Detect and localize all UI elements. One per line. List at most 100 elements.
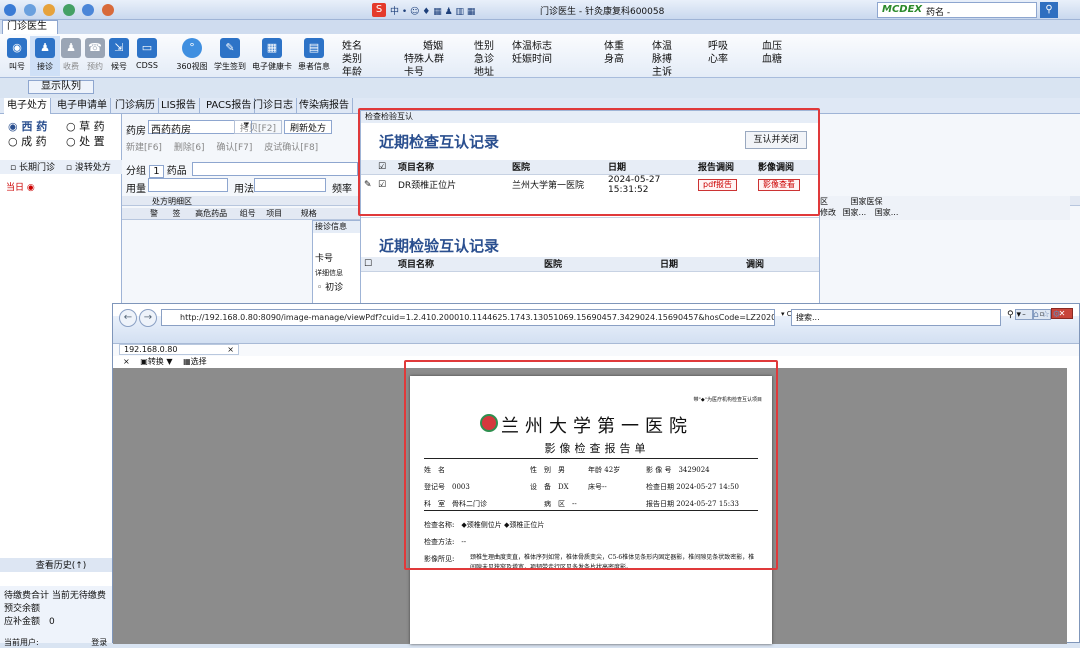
search-go-icon[interactable]: ⚲ ▾	[1007, 310, 1021, 320]
call-button[interactable]: ◉ 叫号	[2, 36, 32, 76]
ime-icon[interactable]: S	[372, 3, 386, 17]
tab-doctor[interactable]: 门诊医生 ×	[2, 20, 58, 44]
tab-infectious[interactable]: 传染病报告	[296, 98, 353, 114]
view-history-button[interactable]: 查看历史(↑)	[0, 558, 122, 572]
skin-test-button[interactable]: 皮试确认[F8]	[264, 143, 318, 153]
tab-e-prescription[interactable]: 电子处方	[4, 98, 51, 114]
home-favorites-settings-icons[interactable]: ⌂ ☆ ⚙	[1033, 310, 1061, 320]
health-card-button[interactable]: ▦ 电子健康卡	[250, 36, 294, 76]
fee-status-panel: 待缴费合计 当前无待缴费 预交余额 应补金额 0 当前用户: 登录	[0, 586, 122, 647]
add-icon[interactable]	[62, 4, 75, 16]
home-icon[interactable]	[23, 4, 36, 16]
patent-label: 成 药	[21, 135, 47, 148]
search-placeholder: 搜索...	[796, 313, 820, 322]
pregnancy-label: 妊娠时间	[512, 54, 552, 65]
tab-records[interactable]: 门诊病历	[112, 98, 159, 114]
patient-info-button[interactable]: ▤ 患者信息	[296, 36, 332, 76]
search-icon[interactable]: ⚲	[1040, 2, 1058, 18]
copy-button[interactable]: 拷贝[F2]	[234, 120, 282, 134]
group-stepper[interactable]: 1	[149, 165, 164, 178]
freq-label: 频率	[332, 184, 352, 195]
delete-rx-button[interactable]: 删除[6]	[174, 143, 205, 153]
tab-pacs[interactable]: PACS报告	[203, 98, 256, 114]
confirm-rx-button[interactable]: 确认[F7]	[216, 143, 252, 153]
appointment-label: 预约	[87, 62, 103, 71]
receive-title: 接诊信息	[313, 221, 363, 233]
rx-columns: 警 签 高危药品 组号 项目 规格	[122, 208, 362, 220]
browser-nav-bar: ← → http://192.168.0.80:8090/image-manag…	[113, 309, 1079, 344]
convert-button[interactable]: ▣转换 ▼	[140, 357, 172, 366]
search-input[interactable]: 搜索...	[791, 309, 1001, 326]
radio-procedure[interactable]: ○ 处 置	[66, 133, 105, 149]
tab-lis[interactable]: LIS报告	[158, 98, 200, 114]
group-label: 分组	[126, 166, 146, 177]
360-view-button[interactable]: ° 360视图	[174, 36, 210, 76]
cdss-button[interactable]: ▭ CDSS	[132, 36, 162, 76]
ime-toolbar[interactable]: 中 • ☺ ♦ ▦ ♟ ▥ ▦	[390, 4, 475, 17]
tab-e-application[interactable]: 电子申请单	[54, 98, 111, 114]
usage-select[interactable]	[254, 178, 326, 192]
charge-icon: ♟	[61, 38, 81, 58]
col-national-insurance: 国家医保	[850, 197, 883, 206]
seal-label: 浚转处方	[74, 163, 111, 173]
today-node[interactable]: 当日 ◉	[6, 180, 35, 193]
col-item: 项目	[266, 209, 283, 218]
dose-input[interactable]	[148, 178, 228, 192]
first-visit-label: 初诊	[325, 283, 344, 293]
receive-card-label: 卡号	[315, 254, 334, 264]
charge-label: 收费	[63, 62, 79, 71]
drug-input[interactable]	[192, 162, 358, 176]
queue-label: 候号	[111, 62, 127, 71]
mcdex-logo: MCDEX	[882, 4, 923, 15]
pharmacy-label: 药房	[126, 126, 146, 137]
qr-icon: ▦	[262, 38, 282, 58]
tab-title: 192.168.0.80	[124, 345, 178, 354]
close-pdf-button[interactable]: ×	[123, 357, 130, 366]
filter-row: ▫ 长期门诊 ▫ 浚转处方	[0, 160, 122, 174]
divider	[361, 217, 819, 218]
settings-icon[interactable]	[82, 4, 94, 16]
browser-tab[interactable]: 192.168.0.80 ×	[119, 344, 239, 355]
print-icon[interactable]	[101, 4, 114, 16]
select-button[interactable]: ▦选择	[183, 357, 207, 366]
cdss-label: CDSS	[136, 61, 158, 70]
long-term-checkbox[interactable]: ▫ 长期门诊	[10, 163, 55, 173]
lab-select-all-checkbox[interactable]: ☐	[361, 257, 395, 272]
student-signin-button[interactable]: ✎ 学生签到	[212, 36, 248, 76]
app-icon[interactable]	[4, 4, 16, 16]
refresh-rx-button[interactable]: 刷新处方	[284, 120, 332, 134]
select-label: 选择	[190, 357, 207, 366]
address-bar[interactable]: http://192.168.0.80:8090/image-manage/vi…	[161, 309, 775, 326]
lab-record-table: ☐ 项目名称 医院 日期 调阅	[361, 257, 819, 272]
new-rx-button[interactable]: 新建[F6]	[126, 143, 162, 153]
radio-herbal[interactable]: ○ 草 药	[66, 118, 105, 134]
drug-field[interactable]: 药名 -	[926, 5, 950, 18]
col-group: 组号	[239, 209, 256, 218]
patient-info-label: 患者信息	[298, 62, 330, 71]
ribbon-toolbar: ◉ 叫号 ♟ 接诊 ♟ 收费 ☎ 预约 ⇲ 候号 ▭ CDSS ° 360视图 ✎ 学生签到 ▦…	[0, 34, 1080, 78]
refresh-icon[interactable]	[43, 4, 55, 16]
tab-close-icon[interactable]: ×	[227, 345, 238, 354]
radio-patent[interactable]: ○ 成 药	[8, 133, 47, 149]
herbal-label: 草 药	[79, 120, 105, 133]
back-icon[interactable]: ←	[119, 309, 137, 327]
insurance-columns: 区 国家医保 修改 国家... 国家...	[820, 196, 1070, 220]
col-modify: 修改	[820, 208, 836, 217]
url-text: http://192.168.0.80:8090/image-manage/vi…	[180, 313, 774, 322]
show-queue-button[interactable]: 显示队列	[28, 80, 94, 94]
lab-col-item: 项目名称	[395, 257, 541, 272]
long-term-label: 长期门诊	[18, 163, 55, 173]
receive-icon: ♟	[35, 38, 55, 58]
fee-total-label: 待缴费合计	[4, 591, 50, 601]
col-sign: 签	[172, 209, 181, 218]
height-label: 身高	[604, 54, 624, 65]
radio-western[interactable]: ◉ 西 药	[8, 118, 47, 134]
queue-button[interactable]: ⇲ 候号	[104, 36, 134, 76]
seal-checkbox[interactable]: ▫ 浚转处方	[66, 163, 111, 173]
drug-search-box[interactable]: MCDEX 药名 -	[877, 2, 1037, 18]
call-label: 叫号	[9, 62, 25, 71]
tab-log[interactable]: 门诊日志	[250, 98, 297, 114]
forward-icon[interactable]: →	[139, 309, 157, 327]
today-label: 当日	[6, 183, 25, 193]
fee-total-value: 当前无待缴费	[51, 591, 106, 601]
